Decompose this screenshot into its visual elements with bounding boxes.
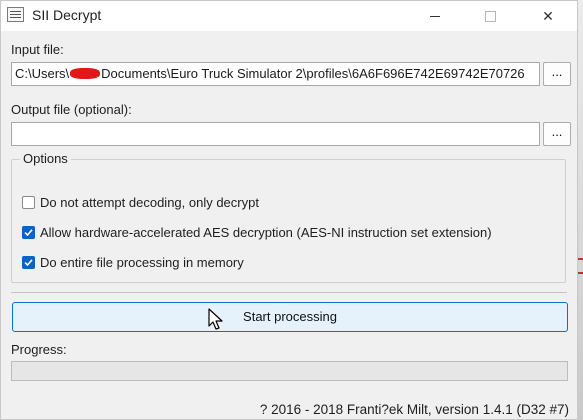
output-file-field[interactable]	[11, 122, 540, 146]
sii-decrypt-window: SII Decrypt ✕ Input file: C:\Users\ Docum…	[0, 0, 578, 420]
input-path-end: Documents\Euro Truck Simulator 2\profile…	[101, 66, 525, 81]
mouse-cursor-icon	[208, 308, 223, 330]
option-label: Allow hardware-accelerated AES decryptio…	[40, 224, 492, 240]
window-title: SII Decrypt	[32, 7, 102, 23]
title-bar[interactable]: SII Decrypt ✕	[1, 1, 577, 31]
start-processing-button[interactable]: Start processing	[12, 302, 568, 332]
input-file-label: Input file:	[11, 42, 64, 57]
output-browse-button[interactable]: ...	[543, 122, 571, 146]
app-icon	[7, 7, 24, 22]
option-aes-ni[interactable]: Allow hardware-accelerated AES decryptio…	[22, 223, 492, 241]
option-label: Do not attempt decoding, only decrypt	[40, 194, 259, 210]
divider	[11, 292, 567, 293]
input-browse-button[interactable]: ...	[543, 62, 571, 86]
checkbox-icon[interactable]	[22, 255, 35, 269]
options-group: Options Do not attempt decoding, only de…	[11, 151, 566, 283]
options-title: Options	[20, 151, 71, 166]
minimize-button[interactable]	[412, 1, 458, 31]
option-label: Do entire file processing in memory	[40, 254, 244, 270]
checkbox-icon[interactable]	[22, 225, 35, 239]
option-decrypt-only[interactable]: Do not attempt decoding, only decrypt	[22, 193, 259, 211]
maximize-icon	[484, 10, 496, 22]
option-in-memory[interactable]: Do entire file processing in memory	[22, 253, 244, 271]
maximize-button[interactable]	[467, 1, 513, 31]
output-file-label: Output file (optional):	[11, 102, 132, 117]
progress-bar	[11, 361, 568, 381]
close-icon: ✕	[542, 7, 554, 24]
input-path-start: C:\Users\	[15, 66, 70, 81]
close-button[interactable]: ✕	[525, 1, 571, 31]
input-file-field[interactable]: C:\Users\ Documents\Euro Truck Simulator …	[11, 62, 540, 86]
progress-label: Progress:	[11, 342, 67, 357]
minimize-icon	[430, 15, 440, 17]
status-bar-text: ? 2016 - 2018 Franti?ek Milt, version 1.…	[259, 402, 569, 417]
redaction-mark	[70, 68, 101, 79]
checkbox-icon[interactable]	[22, 195, 35, 209]
